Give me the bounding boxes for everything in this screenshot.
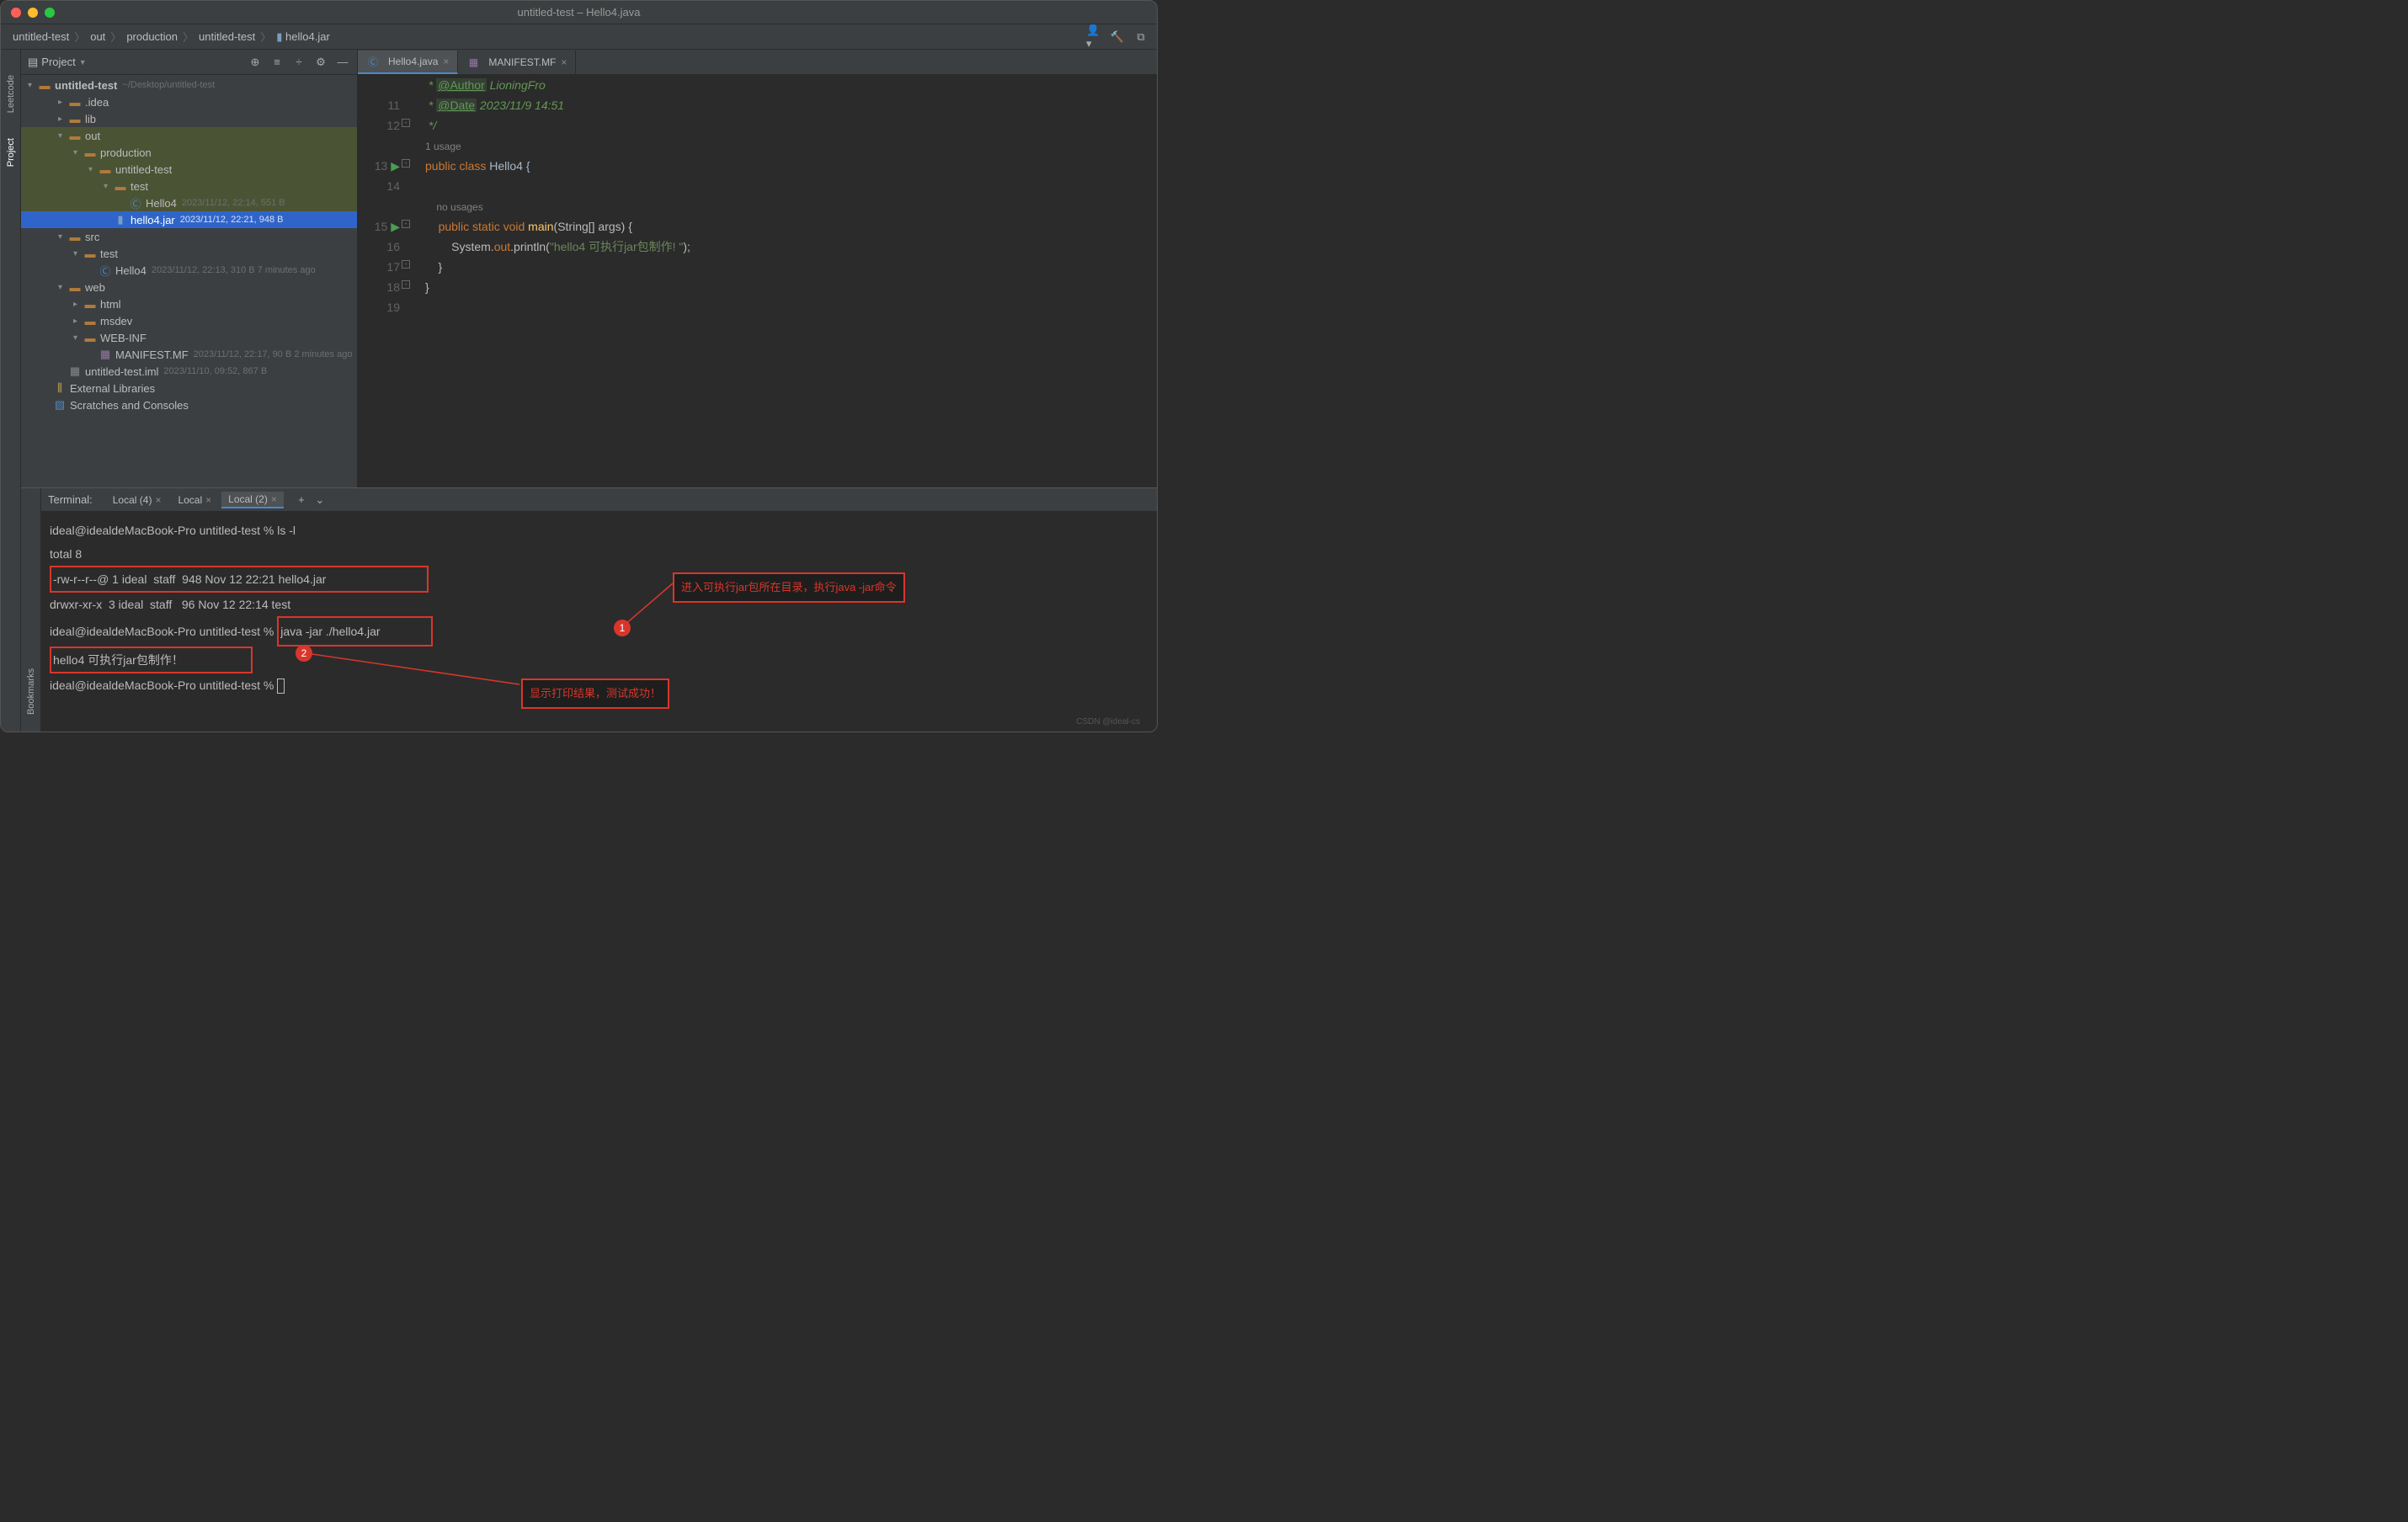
terminal-body: Terminal: Local (4)×Local×Local (2)× + ⌄…	[41, 488, 1157, 732]
tree-row[interactable]: ▧Scratches and Consoles	[21, 396, 357, 413]
editor-tab[interactable]: ▦MANIFEST.MF×	[458, 51, 576, 74]
tree-row[interactable]: ⒸHello42023/11/12, 22:14, 551 B	[21, 194, 357, 211]
project-tree[interactable]: ▾▬untitled-test~/Desktop/untitled-test▸▬…	[21, 75, 357, 487]
tree-row-root[interactable]: ▾▬untitled-test~/Desktop/untitled-test	[21, 77, 357, 93]
tree-row[interactable]: ▸▬msdev	[21, 312, 357, 329]
terminal-tabs: Terminal: Local (4)×Local×Local (2)× + ⌄	[41, 488, 1157, 512]
terminal-output[interactable]: ideal@idealdeMacBook-Pro untitled-test %…	[41, 512, 1157, 732]
editor: ⒸHello4.java×▦MANIFEST.MF× 1112-13 ▶-141…	[358, 50, 1157, 487]
select-opened-file-icon[interactable]: ⊕	[248, 55, 263, 70]
window-controls	[11, 8, 55, 18]
tree-row[interactable]: ▸▬lib	[21, 110, 357, 127]
toolbar-right: 👤▾ 🔨 ⧉	[1086, 29, 1148, 45]
breadcrumb-item[interactable]: ▮ hello4.jar	[273, 29, 333, 45]
tree-row[interactable]: ▾▬untitled-test	[21, 161, 357, 178]
new-terminal-icon[interactable]: +	[294, 492, 309, 508]
code-area[interactable]: 1112-13 ▶-1415 ▶-1617-18-19 * @Author Li…	[358, 75, 1157, 487]
watermark: CSDN @ideal-cs	[1076, 717, 1140, 726]
titlebar: untitled-test – Hello4.java	[1, 1, 1157, 24]
leetcode-tool-button[interactable]: Leetcode	[6, 75, 16, 113]
sidebar-title[interactable]: ▤ Project ▼	[28, 56, 87, 69]
ide-window: untitled-test – Hello4.java untitled-tes…	[0, 0, 1158, 732]
bookmarks-tool-button[interactable]: Bookmarks	[26, 668, 36, 715]
navigation-bar: untitled-test〉out〉production〉untitled-te…	[1, 24, 1157, 50]
tree-row[interactable]: ▾▬test	[21, 178, 357, 194]
tree-row[interactable]: ▦untitled-test.iml2023/11/10, 09:52, 867…	[21, 363, 357, 380]
project-sidebar: ▤ Project ▼ ⊕ ≡ ÷ ⚙ — ▾▬untitled-test~/D…	[21, 50, 358, 487]
terminal-tab[interactable]: Local (4)×	[106, 492, 168, 508]
dropdown-icon: ▼	[79, 58, 87, 67]
bottom-tool-rail: Bookmarks	[21, 488, 41, 732]
tree-row[interactable]: ▸▬.idea	[21, 93, 357, 110]
close-tab-icon[interactable]: ×	[443, 56, 449, 67]
top-split: ▤ Project ▼ ⊕ ≡ ÷ ⚙ — ▾▬untitled-test~/D…	[21, 50, 1157, 487]
tree-row[interactable]: ▸▬html	[21, 295, 357, 312]
build-icon[interactable]: 🔨	[1110, 29, 1125, 45]
tree-row[interactable]: ▾▬production	[21, 144, 357, 161]
window-title: untitled-test – Hello4.java	[518, 6, 641, 19]
breadcrumb-item[interactable]: out	[87, 29, 109, 45]
terminal-label: Terminal:	[48, 493, 93, 506]
terminal-pane: Bookmarks Terminal: Local (4)×Local×Loca…	[21, 487, 1157, 732]
tree-row[interactable]: ▾▬web	[21, 279, 357, 295]
terminal-dropdown-icon[interactable]: ⌄	[312, 492, 328, 508]
annotation-badge-1: 1	[614, 620, 631, 636]
tree-row[interactable]: ▾▬src	[21, 228, 357, 245]
breadcrumb-item[interactable]: production	[123, 29, 181, 45]
close-tab-icon[interactable]: ×	[561, 56, 567, 68]
annotation-callout-1: 进入可执行jar包所在目录，执行java -jar命令	[673, 572, 905, 603]
search-icon[interactable]: ⧉	[1133, 29, 1148, 45]
user-icon[interactable]: 👤▾	[1086, 29, 1101, 45]
annotation-badge-2: 2	[296, 645, 312, 662]
left-tool-rail: Leetcode Project	[1, 50, 21, 732]
tree-row[interactable]: ⒸHello42023/11/12, 22:13, 310 B 7 minute…	[21, 262, 357, 279]
tree-row-selected[interactable]: ▮hello4.jar2023/11/12, 22:21, 948 B	[21, 211, 357, 228]
editor-tabs: ⒸHello4.java×▦MANIFEST.MF×	[358, 50, 1157, 75]
close-window-button[interactable]	[11, 8, 21, 18]
editor-tab[interactable]: ⒸHello4.java×	[358, 51, 458, 74]
main-area: ▤ Project ▼ ⊕ ≡ ÷ ⚙ — ▾▬untitled-test~/D…	[21, 50, 1157, 732]
tree-row[interactable]: ▦MANIFEST.MF2023/11/12, 22:17, 90 B 2 mi…	[21, 346, 357, 363]
collapse-all-icon[interactable]: ÷	[291, 55, 306, 70]
sidebar-header: ▤ Project ▼ ⊕ ≡ ÷ ⚙ —	[21, 50, 357, 75]
breadcrumb-item[interactable]: untitled-test	[195, 29, 258, 45]
main-body: Leetcode Project ▤ Project ▼ ⊕ ≡	[1, 50, 1157, 732]
tree-row[interactable]: ▾▬test	[21, 245, 357, 262]
breadcrumb-item[interactable]: untitled-test	[9, 29, 72, 45]
code-content[interactable]: * @Author LioningFro * @Date 2023/11/9 1…	[408, 75, 1157, 487]
hide-icon[interactable]: —	[335, 55, 350, 70]
settings-icon[interactable]: ⚙	[313, 55, 328, 70]
breadcrumbs[interactable]: untitled-test〉out〉production〉untitled-te…	[9, 29, 333, 45]
project-tool-button[interactable]: Project	[6, 138, 16, 167]
tree-row[interactable]: ⫼External Libraries	[21, 380, 357, 396]
annotation-callout-2: 显示打印结果，测试成功！	[521, 679, 669, 709]
maximize-window-button[interactable]	[45, 8, 55, 18]
terminal-tab[interactable]: Local×	[171, 492, 218, 508]
gutter: 1112-13 ▶-1415 ▶-1617-18-19	[358, 75, 408, 487]
sidebar-tools: ⊕ ≡ ÷ ⚙ —	[248, 55, 350, 70]
minimize-window-button[interactable]	[28, 8, 38, 18]
project-view-icon: ▤	[28, 56, 38, 69]
terminal-tab[interactable]: Local (2)×	[221, 492, 284, 508]
tree-row[interactable]: ▾▬out	[21, 127, 357, 144]
tree-row[interactable]: ▾▬WEB-INF	[21, 329, 357, 346]
expand-all-icon[interactable]: ≡	[269, 55, 285, 70]
